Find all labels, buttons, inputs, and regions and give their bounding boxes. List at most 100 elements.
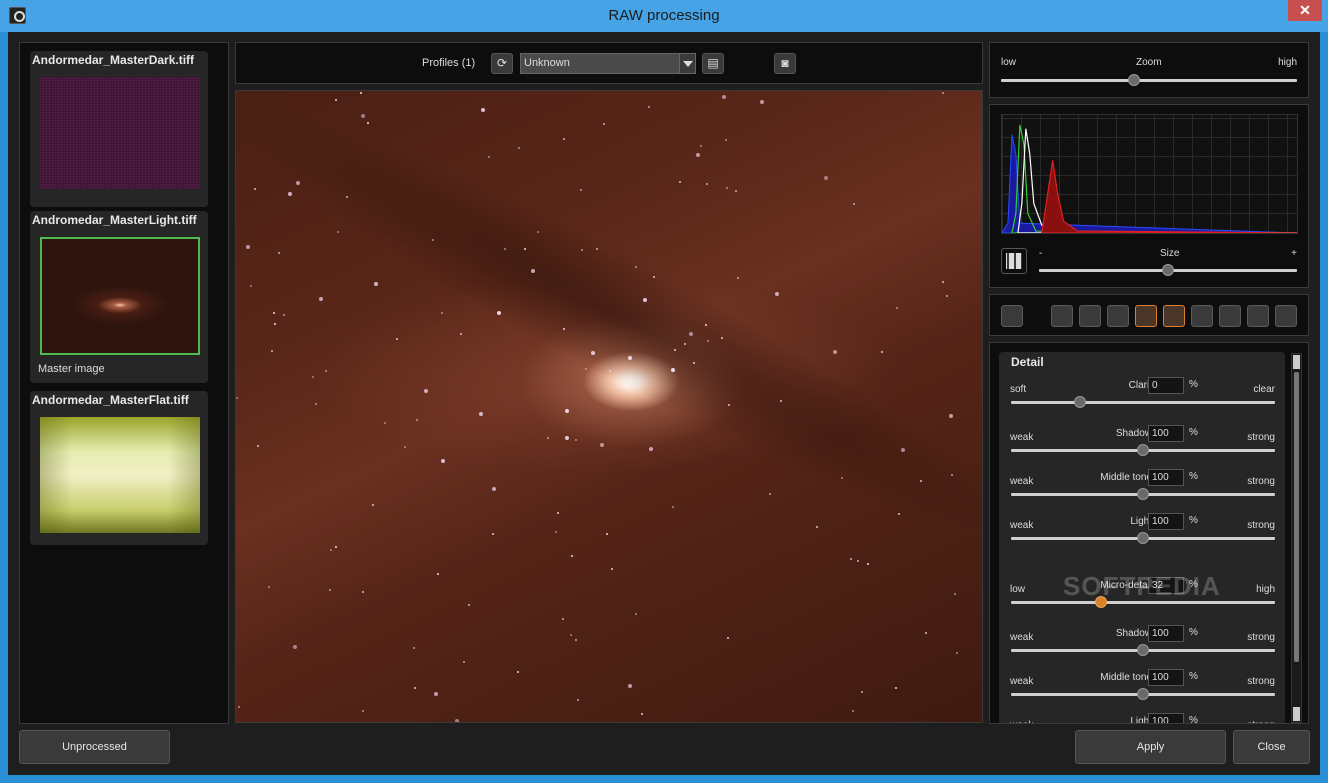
close-button[interactable]: Close [1233, 730, 1310, 764]
star [737, 277, 739, 279]
settings-icon[interactable] [1001, 305, 1023, 327]
star [437, 573, 439, 575]
star [565, 436, 569, 440]
file-card-flat[interactable]: Andormedar_MasterFlat.tiff [30, 391, 208, 545]
star [671, 368, 675, 372]
star [432, 239, 434, 241]
star [901, 448, 905, 452]
chevron-down-icon[interactable] [679, 54, 695, 73]
star [296, 181, 300, 185]
slider-value-input[interactable]: 100 [1148, 469, 1184, 486]
slider-handle[interactable] [1137, 644, 1149, 656]
star [555, 531, 557, 533]
scroll-thumb[interactable] [1294, 372, 1299, 662]
apply-button[interactable]: Apply [1075, 730, 1226, 764]
star [603, 123, 605, 125]
slider-low-label: weak [1010, 432, 1034, 443]
slider-high-label: high [1256, 584, 1275, 595]
frames-icon[interactable] [1275, 305, 1297, 327]
file-card-light[interactable]: Andromedar_MasterLight.tiff Master image [30, 211, 208, 383]
slider-handle[interactable] [1137, 444, 1149, 456]
star [674, 349, 676, 351]
color-wheel-icon[interactable] [1191, 305, 1213, 327]
size-slider-handle[interactable] [1162, 264, 1174, 276]
star [946, 295, 948, 297]
slider-value-input[interactable]: 100 [1148, 713, 1184, 723]
palette-icon[interactable] [1219, 305, 1241, 327]
star [956, 652, 958, 654]
dialog-body: Andormedar_MasterDark.tiff Andromedar_Ma… [8, 32, 1320, 775]
snapshot-button[interactable]: ◙ [774, 53, 796, 74]
detail-slider-row: weak Shadows 100% strong [999, 422, 1285, 466]
zoom-label: Zoom [1136, 57, 1162, 68]
window-close-button[interactable]: ✕ [1288, 0, 1322, 21]
star [925, 632, 927, 634]
zoom-slider-handle[interactable] [1128, 74, 1141, 86]
star [384, 422, 386, 424]
star [954, 593, 956, 595]
image-preview[interactable] [235, 90, 983, 723]
star [362, 710, 364, 712]
star [330, 549, 332, 551]
star [600, 443, 604, 447]
detail-slider-row: weakLights100%strong [999, 710, 1285, 723]
star [649, 447, 653, 451]
star [951, 474, 953, 476]
slider-handle[interactable] [1137, 488, 1149, 500]
grid-toggle-button[interactable] [1001, 248, 1027, 274]
profile-select-value: Unknown [524, 57, 570, 69]
star [562, 618, 564, 620]
star [727, 637, 729, 639]
gradient-icon[interactable] [1051, 305, 1073, 327]
thumbnail-light [40, 237, 200, 355]
star [653, 276, 655, 278]
slider-value-input[interactable]: 100 [1148, 625, 1184, 642]
camera-icon[interactable] [1247, 305, 1269, 327]
star [413, 647, 415, 649]
slider-low-label: low [1010, 584, 1026, 595]
file-card-dark[interactable]: Andormedar_MasterDark.tiff [30, 51, 208, 207]
star [524, 248, 526, 250]
star [609, 370, 611, 372]
star [570, 634, 572, 636]
star [335, 99, 337, 101]
star [367, 122, 369, 124]
slider-high-label: strong [1247, 432, 1275, 443]
adjustment-scrollbar[interactable] [1291, 353, 1302, 723]
star [278, 252, 280, 254]
slider-high-label: strong [1247, 520, 1275, 531]
star [325, 370, 327, 372]
scroll-down-button[interactable] [1293, 707, 1300, 721]
zoom-slider-track[interactable] [1001, 79, 1297, 82]
slider-value-input[interactable]: 100 [1148, 513, 1184, 530]
save-profile-button[interactable]: ▤ [702, 53, 724, 74]
percent-label: % [1189, 515, 1198, 526]
color-balance-icon[interactable] [1107, 305, 1129, 327]
slider-value-input[interactable]: 100 [1148, 669, 1184, 686]
slider-handle[interactable] [1137, 532, 1149, 544]
slider-value-input[interactable]: 0 [1148, 377, 1184, 394]
histogram-icon[interactable] [1135, 305, 1157, 327]
unprocessed-button[interactable]: Unprocessed [19, 730, 170, 764]
profile-select[interactable]: Unknown [520, 53, 696, 74]
star [581, 249, 583, 251]
noise-icon[interactable] [1079, 305, 1101, 327]
star [257, 445, 259, 447]
detail-slider-row: weak Middle tones 100% strong [999, 666, 1285, 710]
star [360, 92, 362, 94]
slider-handle[interactable] [1073, 396, 1086, 408]
star [531, 269, 535, 273]
slider-value-input[interactable]: 100 [1148, 425, 1184, 442]
slider-track[interactable] [1011, 401, 1275, 404]
star [853, 203, 855, 205]
star [841, 477, 843, 479]
detail-title: Detail [1011, 355, 1044, 369]
refresh-profile-button[interactable]: ⟳ [491, 53, 513, 74]
star [563, 328, 565, 330]
slider-handle[interactable] [1137, 688, 1149, 700]
contrast-icon[interactable] [1163, 305, 1185, 327]
scroll-up-button[interactable] [1293, 355, 1300, 369]
adjustment-panel: Detail soft Clarity 0% clear weak Shadows 100%… [989, 342, 1309, 724]
star [684, 343, 686, 345]
star [481, 108, 485, 112]
